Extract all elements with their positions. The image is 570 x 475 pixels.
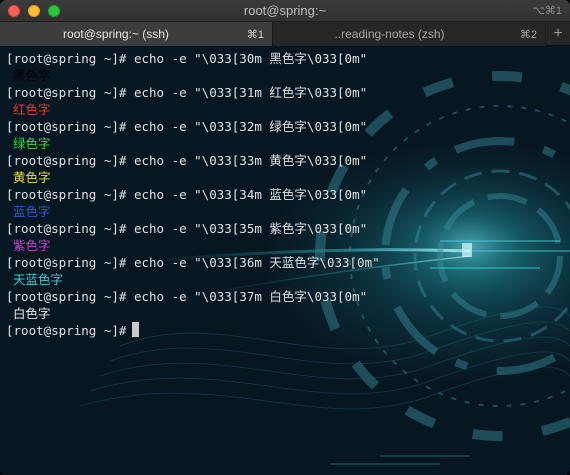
new-tab-button[interactable]: +: [546, 22, 570, 46]
command-text: echo -e "\033[37m 白色字\033[0m": [133, 289, 368, 304]
tab-reading-notes[interactable]: ..reading-notes (zsh) ⌘2: [274, 22, 546, 46]
prompt: [root@spring ~]#: [6, 153, 127, 168]
command-text: echo -e "\033[30m 黑色字\033[0m": [133, 51, 368, 66]
terminal-output[interactable]: [root@spring ~]# echo -e "\033[30m 黑色字\0…: [0, 46, 570, 475]
tab-shortcut: ⌘1: [246, 29, 264, 41]
command-line: [root@spring ~]# echo -e "\033[30m 黑色字\0…: [6, 50, 380, 67]
command-line: [root@spring ~]# echo -e "\033[34m 蓝色字\0…: [6, 186, 380, 203]
window-shortcut: ⌥⌘1: [532, 5, 562, 17]
prompt: [root@spring ~]#: [6, 255, 127, 270]
command-text: echo -e "\033[36m 天蓝色字\033[0m": [133, 255, 380, 270]
command-text: echo -e "\033[34m 蓝色字\033[0m": [133, 187, 368, 202]
output-line: 白色字: [13, 306, 51, 321]
output-line: 天蓝色字: [13, 272, 64, 287]
command-text: echo -e "\033[35m 紫色字\033[0m": [133, 221, 368, 236]
tab-bar: root@spring:~ (ssh) ⌘1 ..reading-notes (…: [0, 22, 570, 46]
text-cursor: [132, 322, 140, 337]
prompt: [root@spring ~]#: [6, 85, 127, 100]
prompt: [root@spring ~]#: [6, 323, 127, 338]
terminal-lines: [root@spring ~]# echo -e "\033[30m 黑色字\0…: [6, 50, 380, 339]
command-line: [root@spring ~]# echo -e "\033[36m 天蓝色字\…: [6, 254, 380, 271]
output-line: 黄色字: [13, 170, 51, 185]
prompt: [root@spring ~]#: [6, 51, 127, 66]
terminal-window: root@spring:~ ⌥⌘1 root@spring:~ (ssh) ⌘1…: [0, 0, 570, 475]
prompt: [root@spring ~]#: [6, 221, 127, 236]
output-line: 绿色字: [13, 136, 51, 151]
tab-shortcut: ⌘2: [519, 29, 537, 41]
command-line: [root@spring ~]# echo -e "\033[33m 黄色字\0…: [6, 152, 380, 169]
command-text: echo -e "\033[33m 黄色字\033[0m": [133, 153, 368, 168]
output-line: 红色字: [13, 102, 51, 117]
command-text: echo -e "\033[32m 绿色字\033[0m": [133, 119, 368, 134]
prompt: [root@spring ~]#: [6, 289, 127, 304]
command-line: [root@spring ~]# echo -e "\033[31m 红色字\0…: [6, 84, 380, 101]
tab-label: ..reading-notes (zsh): [334, 27, 445, 41]
tab-ssh[interactable]: root@spring:~ (ssh) ⌘1: [0, 22, 273, 46]
prompt: [root@spring ~]#: [6, 187, 127, 202]
command-line: [root@spring ~]# echo -e "\033[32m 绿色字\0…: [6, 118, 380, 135]
command-line: [root@spring ~]# echo -e "\033[37m 白色字\0…: [6, 288, 380, 305]
title-bar: root@spring:~ ⌥⌘1: [0, 0, 570, 22]
tab-label: root@spring:~ (ssh): [63, 27, 169, 41]
output-line: 蓝色字: [13, 204, 51, 219]
window-title: root@spring:~: [243, 3, 327, 18]
command-text: echo -e "\033[31m 红色字\033[0m": [133, 85, 368, 100]
prompt: [root@spring ~]#: [6, 119, 127, 134]
command-line: [root@spring ~]# echo -e "\033[35m 紫色字\0…: [6, 220, 380, 237]
current-prompt-line[interactable]: [root@spring ~]#: [6, 322, 380, 339]
output-line: 紫色字: [13, 238, 51, 253]
output-line: 黑色字: [13, 68, 51, 83]
